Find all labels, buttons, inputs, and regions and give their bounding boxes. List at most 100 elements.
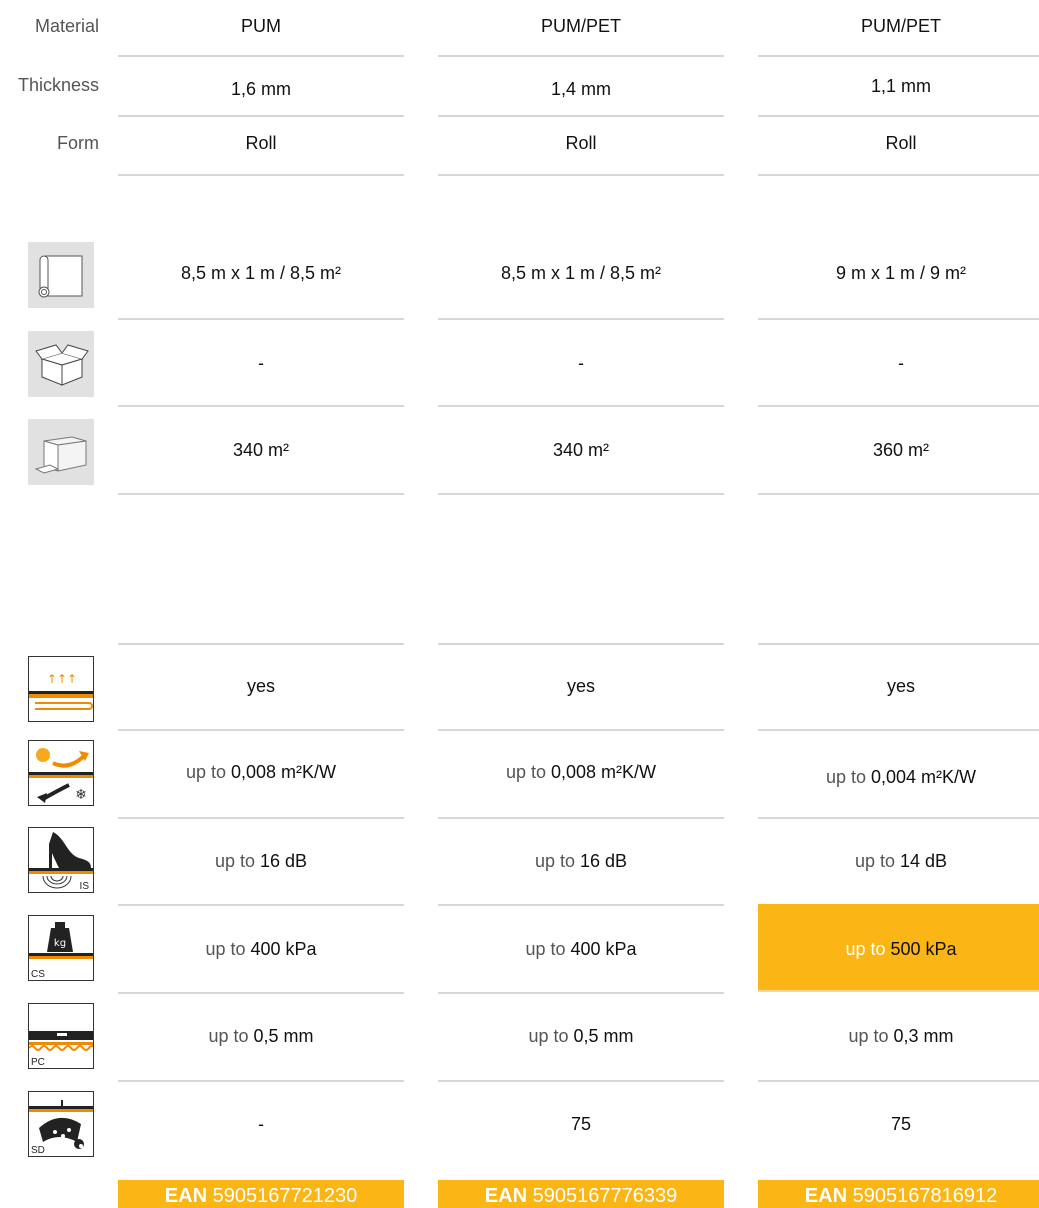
prefix-label: up to: [528, 1026, 569, 1046]
divider: [758, 318, 1039, 320]
box-value: -: [898, 353, 904, 373]
divider: [758, 817, 1039, 819]
pallet-icon: [28, 419, 94, 485]
divider: [118, 318, 404, 320]
thickness-value: 1,1 mm: [870, 76, 931, 96]
impact-sound-number: 16 dB: [580, 851, 628, 871]
compressive-strength-tag: CS: [31, 969, 45, 980]
ean-code: 5905167776339: [532, 1185, 678, 1207]
vapour-barrier-value: 75: [570, 1114, 592, 1134]
ean-badge: EAN 5905167816912: [758, 1180, 1039, 1208]
divider: [758, 729, 1039, 731]
divider: [438, 904, 724, 906]
prefix-label: up to: [208, 1026, 249, 1046]
impact-sound-number: 16 dB: [260, 851, 308, 871]
impact-sound-number: 14 dB: [900, 851, 948, 871]
thickness-value: 1,6 mm: [230, 79, 291, 99]
point-compensation-value: up to 0,5 mm: [438, 1026, 724, 1047]
divider: [438, 405, 724, 407]
divider: [118, 55, 404, 57]
svg-text:↑↑↑: ↑↑↑: [47, 672, 77, 686]
compressive-strength-icon: kg CS: [28, 915, 94, 981]
point-compensation-value: up to 0,5 mm: [118, 1026, 404, 1047]
divider: [118, 493, 404, 495]
prefix-label: up to: [534, 851, 575, 871]
compressive-strength-number: 400 kPa: [250, 939, 317, 959]
divider: [438, 55, 724, 57]
point-compensation-number: 0,3 mm: [893, 1026, 954, 1046]
box-icon: [28, 331, 94, 397]
box-value: -: [258, 353, 264, 373]
spec-label-form: Form: [57, 133, 99, 153]
compressive-strength-number: 500 kPa: [890, 939, 957, 959]
point-compensation-value: up to 0,3 mm: [758, 1026, 1039, 1047]
prefix-label: up to: [525, 939, 566, 959]
divider: [758, 493, 1039, 495]
divider: [118, 817, 404, 819]
roll-size-value: 8,5 m x 1 m / 8,5 m²: [180, 263, 342, 283]
spec-label-thickness: Thickness: [17, 75, 99, 95]
compressive-strength-value: up to 400 kPa: [118, 939, 404, 960]
ean-code: 5905167721230: [212, 1185, 358, 1207]
underfloor-heating-value: yes: [566, 676, 595, 696]
point-compensation-number: 0,5 mm: [253, 1026, 314, 1046]
divider: [438, 115, 724, 117]
thermal-resistance-number: 0,008 m²K/W: [551, 762, 657, 782]
divider: [438, 318, 724, 320]
roll-size-value: 8,5 m x 1 m / 8,5 m²: [500, 263, 662, 283]
divider: [118, 115, 404, 117]
compressive-strength-value: up to 500 kPa: [758, 939, 1039, 960]
thermal-resistance-value: up to 0,004 m²K/W: [758, 767, 1039, 788]
divider: [118, 904, 404, 906]
pallet-value: 340 m²: [232, 440, 290, 460]
roll-size-value: 9 m x 1 m / 9 m²: [835, 263, 967, 283]
prefix-label: up to: [185, 762, 226, 782]
thermal-resistance-number: 0,008 m²K/W: [231, 762, 337, 782]
material-value: PUM: [241, 16, 281, 36]
prefix-label: up to: [848, 1026, 889, 1046]
box-value: -: [578, 353, 584, 373]
vapour-barrier-value: -: [258, 1114, 264, 1134]
svg-text:kg: kg: [54, 938, 66, 949]
divider: [438, 174, 724, 176]
divider: [438, 992, 724, 994]
thermal-resistance-icon: ❄: [28, 740, 94, 806]
compressive-strength-value: up to 400 kPa: [438, 939, 724, 960]
ean-badge: EAN 5905167776339: [438, 1180, 724, 1208]
prefix-label: up to: [825, 767, 866, 787]
divider: [758, 643, 1039, 645]
vapour-barrier-value: 75: [890, 1114, 912, 1134]
form-value: Roll: [885, 133, 917, 153]
prefix-label: up to: [205, 939, 246, 959]
point-compensation-number: 0,5 mm: [573, 1026, 634, 1046]
vapour-barrier-tag: SD: [31, 1145, 45, 1156]
underfloor-heating-icon: ↑↑↑: [28, 656, 94, 722]
thermal-resistance-value: up to 0,008 m²K/W: [438, 762, 724, 783]
material-value: PUM/PET: [860, 16, 941, 36]
divider: [758, 174, 1039, 176]
thermal-resistance-number: 0,004 m²K/W: [871, 767, 977, 787]
divider: [118, 1080, 404, 1082]
divider: [758, 115, 1039, 117]
prefix-label: up to: [854, 851, 895, 871]
ean-code: 5905167816912: [852, 1185, 998, 1207]
ean-label: EAN: [484, 1185, 528, 1207]
spec-label-material: Material: [34, 16, 99, 36]
prefix-label: up to: [845, 939, 886, 959]
divider: [438, 1080, 724, 1082]
vapour-barrier-icon: SD: [28, 1091, 94, 1157]
point-compensation-tag: PC: [31, 1057, 45, 1068]
underfloor-heating-value: yes: [886, 676, 915, 696]
divider: [758, 1080, 1039, 1082]
roll-dimensions-icon: [28, 242, 94, 308]
divider: [118, 729, 404, 731]
divider: [438, 817, 724, 819]
divider: [758, 405, 1039, 407]
divider: [438, 729, 724, 731]
form-value: Roll: [565, 133, 597, 153]
ean-badge: EAN 5905167721230: [118, 1180, 404, 1208]
form-value: Roll: [245, 133, 277, 153]
pallet-value: 340 m²: [552, 440, 610, 460]
divider: [118, 174, 404, 176]
impact-sound-value: up to 14 dB: [758, 851, 1039, 872]
